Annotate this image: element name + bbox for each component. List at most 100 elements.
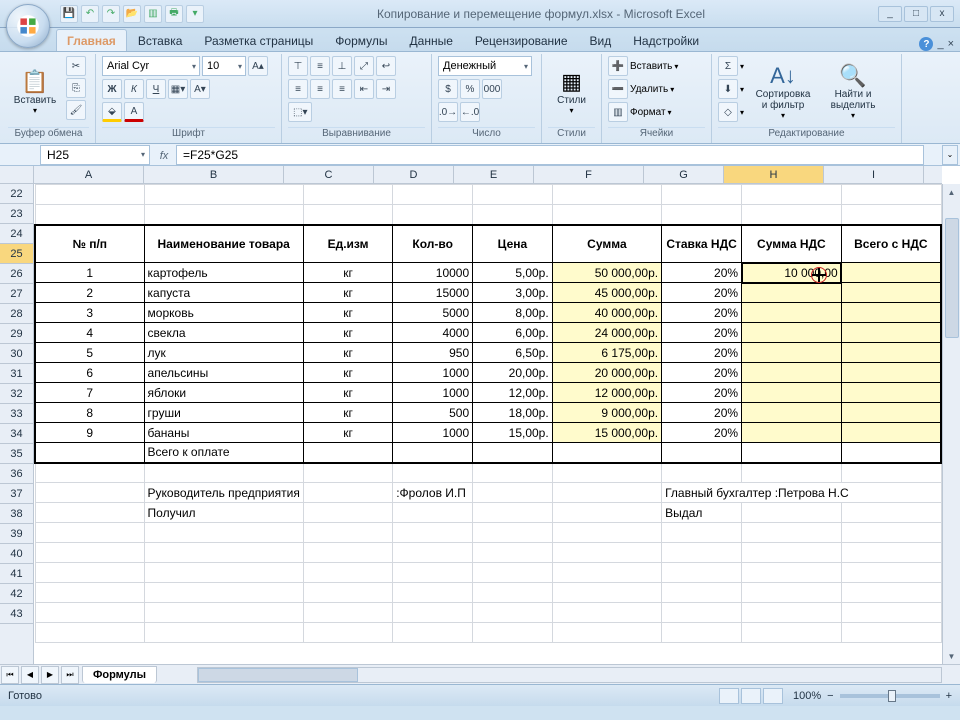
row-header-33[interactable]: 33	[0, 404, 33, 424]
footer-issued[interactable]: Выдал	[662, 503, 742, 523]
view-normal-icon[interactable]	[719, 688, 739, 704]
comma-icon[interactable]: 000	[482, 79, 502, 99]
cell-unit[interactable]: кг	[303, 383, 392, 403]
qat-open-icon[interactable]: 📂	[123, 5, 141, 23]
formula-input[interactable]: =F25*G25	[176, 145, 924, 165]
cell-vat[interactable]	[742, 283, 842, 303]
cell-n[interactable]: 4	[35, 323, 144, 343]
cell[interactable]	[742, 205, 842, 225]
row-header-23[interactable]: 23	[0, 204, 33, 224]
cell-n[interactable]: 5	[35, 343, 144, 363]
italic-button[interactable]: К	[124, 79, 144, 99]
cell-price[interactable]: 18,00р.	[473, 403, 553, 423]
delete-cells-label[interactable]: Удалить	[630, 84, 668, 95]
cell-total[interactable]	[841, 383, 941, 403]
tab-nav-next[interactable]: ▶	[41, 666, 59, 684]
cell-total[interactable]	[841, 403, 941, 423]
cell-unit[interactable]: кг	[303, 303, 392, 323]
cell[interactable]	[552, 583, 661, 603]
cell[interactable]	[144, 463, 303, 483]
row-header-28[interactable]: 28	[0, 304, 33, 324]
cell[interactable]	[35, 443, 144, 463]
cell-vat[interactable]	[742, 363, 842, 383]
cell[interactable]	[303, 563, 392, 583]
cell[interactable]	[662, 443, 742, 463]
cell[interactable]	[393, 563, 473, 583]
cell[interactable]	[473, 543, 553, 563]
vertical-scrollbar[interactable]: ▲▼	[942, 184, 960, 664]
cell-vat[interactable]	[742, 303, 842, 323]
cell-price[interactable]: 20,00р.	[473, 363, 553, 383]
footer-manager-name[interactable]: :Фролов И.П	[393, 483, 473, 503]
cell[interactable]	[552, 503, 661, 523]
cell[interactable]	[35, 563, 144, 583]
col-header-B[interactable]: B	[144, 166, 284, 183]
cell-unit[interactable]: кг	[303, 323, 392, 343]
row-header-42[interactable]: 42	[0, 584, 33, 604]
header-c6[interactable]: Сумма	[552, 225, 661, 263]
qat-new-icon[interactable]: ▥	[144, 5, 162, 23]
close-button[interactable]: x	[930, 6, 954, 22]
cell-qty[interactable]: 1000	[393, 383, 473, 403]
align-middle-icon[interactable]: ≡	[310, 56, 330, 76]
cell-name[interactable]: лук	[144, 343, 303, 363]
cell-vat[interactable]	[742, 343, 842, 363]
cell[interactable]	[303, 583, 392, 603]
cell-qty[interactable]: 5000	[393, 303, 473, 323]
tab-review[interactable]: Рецензирование	[464, 29, 579, 51]
cell[interactable]	[473, 483, 553, 503]
cell-name[interactable]: свекла	[144, 323, 303, 343]
cell-qty[interactable]: 1000	[393, 423, 473, 443]
cell-rate[interactable]: 20%	[662, 263, 742, 283]
row-header-31[interactable]: 31	[0, 364, 33, 384]
cell-total[interactable]	[841, 263, 941, 283]
cell-qty[interactable]: 500	[393, 403, 473, 423]
cell[interactable]	[742, 603, 842, 623]
cell[interactable]	[303, 483, 392, 503]
bold-button[interactable]: Ж	[102, 79, 122, 99]
cell-price[interactable]: 12,00р.	[473, 383, 553, 403]
col-header-I[interactable]: I	[824, 166, 924, 183]
cell-name[interactable]: груши	[144, 403, 303, 423]
qat-more-icon[interactable]: ▾	[186, 5, 204, 23]
cell-sum[interactable]: 12 000,00р.	[552, 383, 661, 403]
cell[interactable]	[662, 623, 742, 643]
fill-color-button[interactable]: ⬙	[102, 102, 122, 122]
number-format-combo[interactable]: Денежный	[438, 56, 532, 76]
delete-cells-icon[interactable]: ➖	[608, 79, 628, 99]
cell-price[interactable]: 3,00р.	[473, 283, 553, 303]
footer-accountant[interactable]: Главный бухгалтер :Петрова Н.С	[662, 483, 941, 503]
cell[interactable]	[552, 623, 661, 643]
cell[interactable]	[662, 205, 742, 225]
cell[interactable]	[552, 205, 661, 225]
cell-price[interactable]: 6,00р.	[473, 323, 553, 343]
cell-name[interactable]: яблоки	[144, 383, 303, 403]
cell[interactable]	[393, 523, 473, 543]
cell-rate[interactable]: 20%	[662, 383, 742, 403]
format-cells-label[interactable]: Формат	[630, 107, 666, 118]
cell[interactable]	[742, 563, 842, 583]
zoom-slider[interactable]	[840, 694, 940, 698]
cell-qty[interactable]: 950	[393, 343, 473, 363]
row-header-27[interactable]: 27	[0, 284, 33, 304]
cell[interactable]	[742, 543, 842, 563]
cell-total[interactable]	[841, 303, 941, 323]
cell[interactable]	[473, 603, 553, 623]
cell[interactable]	[742, 503, 842, 523]
qat-redo-icon[interactable]: ↷	[102, 5, 120, 23]
format-cells-icon[interactable]: ▥	[608, 102, 628, 122]
cell-n[interactable]: 7	[35, 383, 144, 403]
decrease-indent-icon[interactable]: ⇤	[354, 79, 374, 99]
cell-n[interactable]: 2	[35, 283, 144, 303]
zoom-level[interactable]: 100%	[793, 690, 821, 702]
row-header-38[interactable]: 38	[0, 504, 33, 524]
cell[interactable]	[473, 503, 553, 523]
cell[interactable]	[841, 603, 941, 623]
tab-nav-first[interactable]: ⏮	[1, 666, 19, 684]
cell[interactable]	[662, 185, 742, 205]
cell-vat[interactable]: 10 000,00	[742, 263, 842, 283]
cell-price[interactable]: 5,00р.	[473, 263, 553, 283]
shrink-font-icon[interactable]: A▾	[190, 79, 210, 99]
header-c7[interactable]: Ставка НДС	[662, 225, 742, 263]
cell-rate[interactable]: 20%	[662, 323, 742, 343]
